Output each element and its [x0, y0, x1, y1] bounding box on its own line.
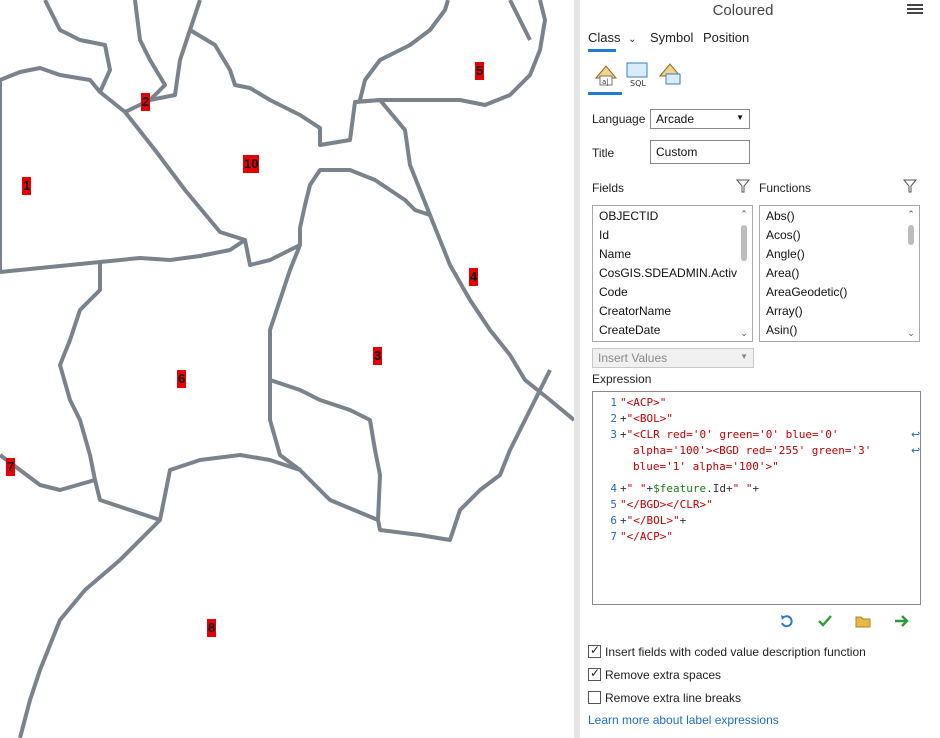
insert-coded-value-label: Insert fields with coded value descripti… — [605, 645, 866, 659]
checkmark-icon: ✓ — [590, 643, 601, 657]
expression-editor[interactable]: 1 2 3 4 5 6 7 "<ACP>" +"<BOL>" +"<CLR re… — [592, 391, 921, 605]
dropdown-arrow-icon: ▼ — [736, 113, 744, 122]
list-item[interactable]: Code — [593, 283, 752, 302]
active-tab-indicator — [588, 49, 616, 52]
line-number: 3 — [610, 428, 617, 441]
list-item[interactable]: AreaGeodetic() — [760, 283, 919, 302]
list-item[interactable]: Array() — [760, 302, 919, 321]
tab-class-label: Class — [588, 30, 621, 45]
code-line-4: +" "+$feature.Id+" "+ — [620, 482, 760, 495]
remove-extra-spaces-label: Remove extra spaces — [605, 668, 722, 682]
list-item[interactable]: CreatorName — [593, 302, 752, 321]
pane-title: Coloured — [712, 2, 774, 19]
scroll-up-icon[interactable]: ⌃ — [739, 209, 749, 219]
scroll-up-icon[interactable]: ⌃ — [906, 209, 916, 219]
remove-extra-line-breaks-label: Remove extra line breaks — [605, 691, 742, 705]
code-line-5: "</BGD></CLR>" — [620, 498, 713, 511]
expression-label: Expression — [592, 372, 652, 386]
scroll-down-icon[interactable]: ⌄ — [739, 328, 749, 338]
list-item[interactable]: OBJECTID — [593, 207, 752, 226]
list-item[interactable]: CreateDate — [593, 321, 752, 340]
list-item[interactable]: Abs() — [760, 207, 919, 226]
map-boundaries — [0, 0, 574, 738]
code-line-7: "</ACP>" — [620, 530, 673, 543]
map-label-3: 3 — [373, 347, 383, 365]
code-line-1: "<ACP>" — [620, 396, 667, 409]
label-class-pane: Coloured Class ⌄ Symbol Position a| SQL … — [580, 0, 940, 738]
map-label-2: 2 — [141, 93, 151, 111]
word-wrap-icon: ↩ — [911, 445, 921, 457]
open-folder-icon[interactable] — [855, 613, 873, 632]
line-number: 1 — [610, 396, 617, 409]
scroll-down-icon[interactable]: ⌄ — [906, 328, 916, 338]
list-item[interactable]: Asin() — [760, 321, 919, 340]
line-number: 5 — [610, 498, 617, 511]
list-item[interactable]: Name — [593, 245, 752, 264]
code-line-3b: alpha='100'><BGD red='255' green='3' — [633, 444, 872, 457]
map-label-7: 7 — [6, 458, 16, 476]
code-line-3a: +"<CLR red='0' green='0' blue='0' — [620, 428, 839, 441]
undo-icon[interactable] — [779, 613, 795, 632]
map-label-8: 8 — [207, 619, 217, 637]
learn-more-link[interactable]: Learn more about label expressions — [588, 713, 779, 727]
map-view[interactable]: 1 2 3 4 5 6 7 8 10 — [0, 0, 574, 738]
map-label-10: 10 — [243, 155, 260, 173]
word-wrap-icon: ↩ — [911, 429, 921, 441]
list-item[interactable]: Area() — [760, 264, 919, 283]
functions-scrollbar[interactable]: ⌃ ⌄ — [904, 207, 918, 340]
list-item[interactable]: Id — [593, 226, 752, 245]
map-label-1: 1 — [22, 177, 32, 195]
fields-filter-icon[interactable] — [735, 178, 751, 197]
functions-list[interactable]: Abs() Acos() Angle() Area() AreaGeodetic… — [759, 205, 920, 342]
tab-symbol[interactable]: Symbol — [650, 30, 693, 45]
list-item[interactable]: CosGIS.SDEADMIN.Activit — [593, 264, 752, 283]
language-select[interactable]: Arcade ▼ — [650, 109, 750, 129]
code-line-3c: blue='1' alpha='100'>" — [633, 460, 779, 473]
line-number: 2 — [610, 412, 617, 425]
tab-class[interactable]: Class ⌄ — [588, 30, 637, 45]
remove-extra-spaces-checkbox[interactable]: ✓ — [588, 666, 601, 681]
line-number: 7 — [610, 530, 617, 543]
map-label-4: 4 — [469, 268, 479, 286]
line-number: 4 — [610, 482, 617, 495]
insert-values-label: Insert Values — [598, 351, 668, 365]
sql-icon[interactable]: SQL — [624, 60, 652, 88]
language-value: Arcade — [656, 112, 695, 126]
apply-arrow-icon[interactable] — [893, 613, 911, 632]
title-input[interactable]: Custom — [650, 140, 750, 164]
verify-icon[interactable] — [817, 613, 833, 632]
checkmark-icon: ✓ — [590, 666, 601, 680]
fields-scrollbar[interactable]: ⌃ ⌄ — [737, 207, 751, 340]
label-class-icon[interactable]: a| — [592, 60, 620, 88]
svg-text:a|: a| — [602, 78, 609, 86]
code-line-6: +"</BOL>"+ — [620, 514, 687, 527]
functions-label: Functions — [759, 181, 812, 195]
functions-filter-icon[interactable] — [902, 178, 918, 197]
scroll-thumb[interactable] — [741, 225, 747, 261]
active-icon-indicator — [588, 92, 622, 95]
map-label-5: 5 — [475, 62, 485, 80]
title-label: Title — [592, 146, 615, 160]
chevron-down-icon: ⌄ — [628, 34, 637, 45]
map-label-6: 6 — [177, 370, 187, 388]
list-item[interactable]: Angle() — [760, 245, 919, 264]
line-number: 6 — [610, 514, 617, 527]
code-line-2: +"<BOL>" — [620, 412, 673, 425]
dropdown-arrow-icon: ▼ — [740, 352, 748, 361]
tab-position[interactable]: Position — [703, 30, 749, 45]
fields-list[interactable]: OBJECTID Id Name CosGIS.SDEADMIN.Activit… — [592, 205, 753, 342]
menu-icon[interactable] — [907, 2, 923, 18]
remove-extra-line-breaks-checkbox[interactable] — [588, 691, 601, 704]
fields-label: Fields — [592, 181, 625, 195]
insert-values-select: Insert Values ▼ — [592, 348, 754, 368]
language-label: Language — [592, 112, 646, 126]
list-item[interactable]: Acos() — [760, 226, 919, 245]
scroll-thumb[interactable] — [908, 225, 914, 245]
label-filter-icon[interactable] — [656, 60, 684, 88]
insert-coded-value-checkbox[interactable]: ✓ — [588, 643, 601, 658]
svg-text:SQL: SQL — [630, 79, 646, 88]
